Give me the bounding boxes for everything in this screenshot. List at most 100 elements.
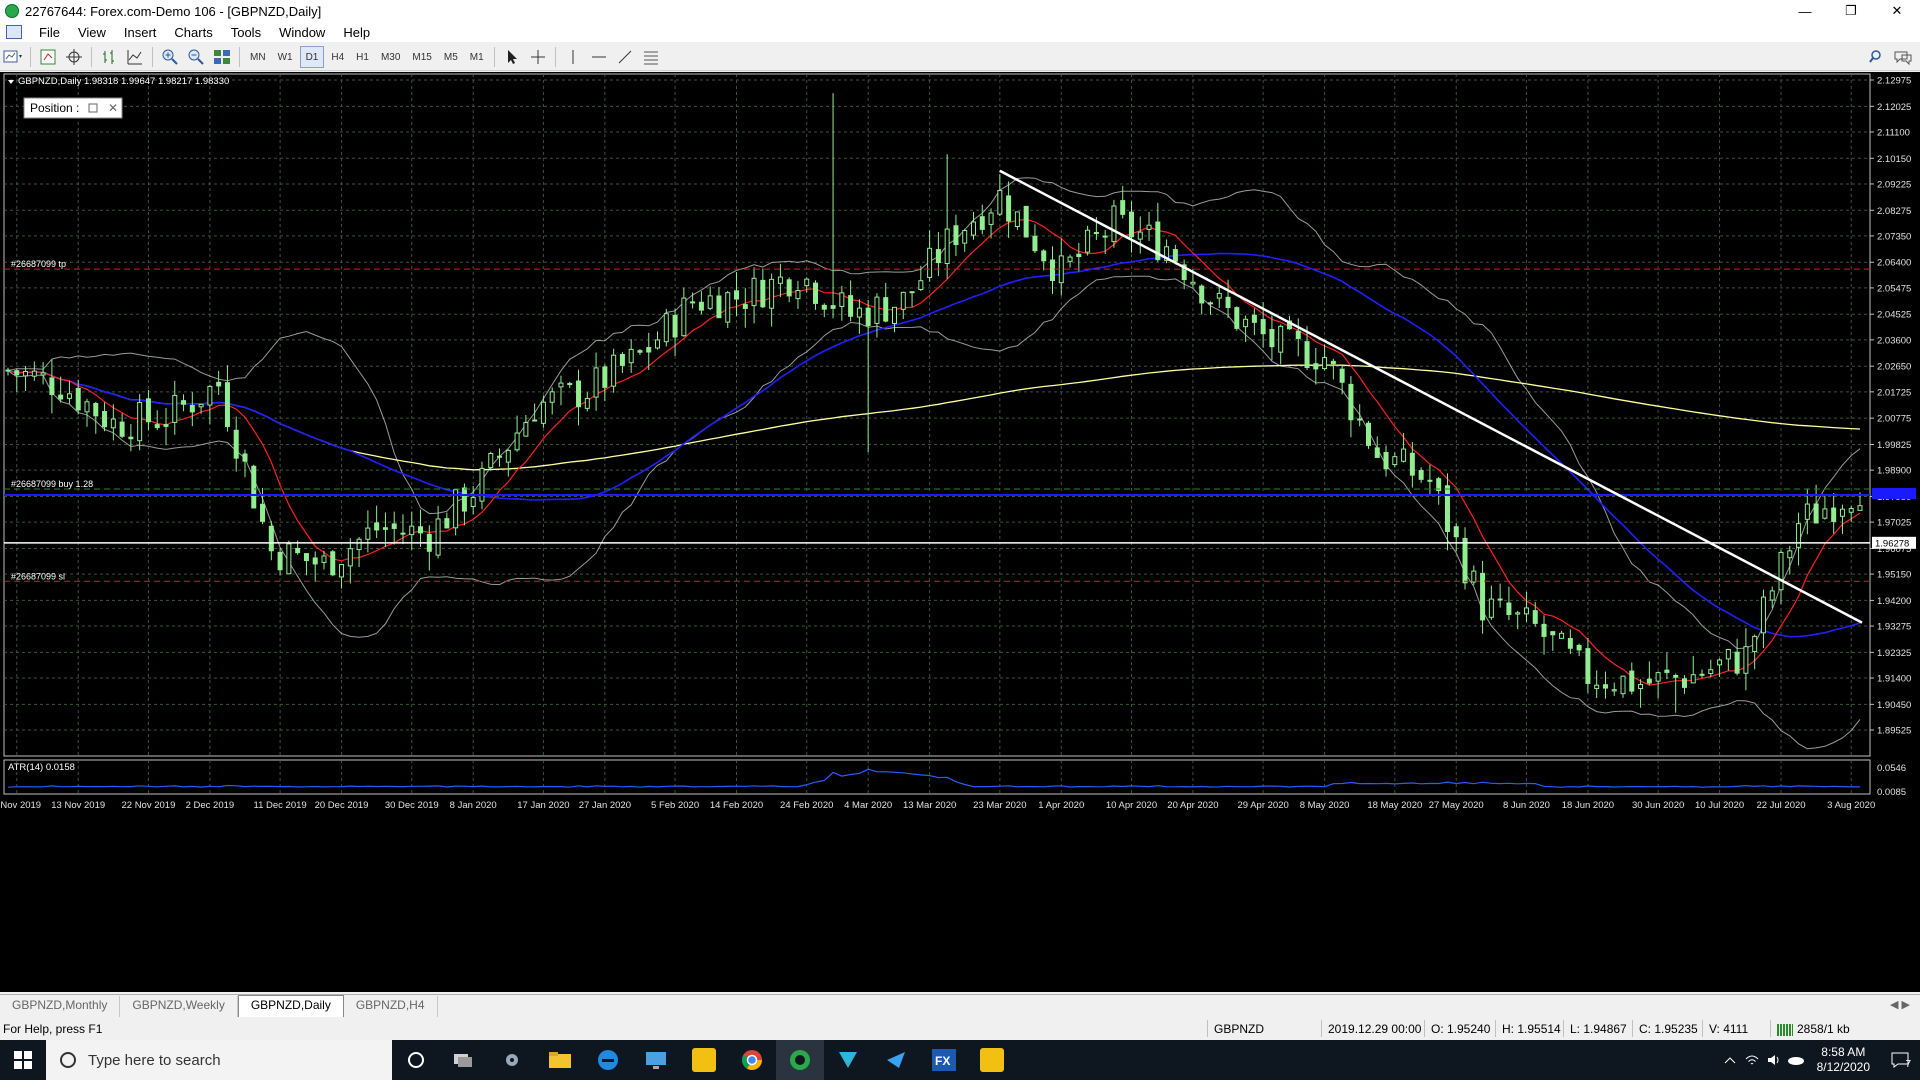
candle-body bbox=[488, 452, 494, 469]
cursor-icon[interactable] bbox=[501, 46, 523, 68]
chart-window-icon[interactable] bbox=[6, 25, 22, 39]
file-explorer-icon[interactable] bbox=[536, 1040, 584, 1080]
tab-gbpnzd-h4[interactable]: GBPNZD,H4 bbox=[344, 996, 438, 1017]
menu-view[interactable]: View bbox=[69, 25, 115, 40]
menu-file[interactable]: File bbox=[30, 25, 69, 40]
candle-body bbox=[1796, 523, 1802, 548]
candle-body bbox=[1401, 448, 1407, 462]
menu-insert[interactable]: Insert bbox=[115, 25, 166, 40]
timeframe-mn[interactable]: MN bbox=[245, 47, 271, 67]
timeframe-m5[interactable]: M5 bbox=[439, 47, 463, 67]
search-icon bbox=[60, 1052, 76, 1068]
close-button[interactable]: ✕ bbox=[1874, 0, 1920, 22]
candle-body bbox=[944, 228, 950, 265]
menu-window[interactable]: Window bbox=[270, 25, 334, 40]
remote-desktop-icon[interactable] bbox=[632, 1040, 680, 1080]
menu-help[interactable]: Help bbox=[334, 25, 379, 40]
candle-body bbox=[1067, 256, 1073, 262]
sticky-app-icon[interactable] bbox=[680, 1040, 728, 1080]
crosshair-target-icon[interactable] bbox=[63, 46, 85, 68]
position-panel[interactable]: Position : ✕ bbox=[23, 97, 123, 119]
tab-gbpnzd-daily[interactable]: GBPNZD,Daily bbox=[237, 995, 344, 1017]
tile-windows-icon[interactable] bbox=[211, 46, 233, 68]
tab-scroll-arrows[interactable]: ◀ ▶ bbox=[1890, 998, 1910, 1011]
candle-body bbox=[268, 525, 274, 552]
candle-body bbox=[1743, 646, 1749, 674]
timeframe-w1[interactable]: W1 bbox=[273, 47, 298, 67]
candle-body bbox=[1585, 648, 1591, 684]
candle-body bbox=[611, 354, 617, 387]
task-view-icon[interactable] bbox=[440, 1040, 488, 1080]
candle-body bbox=[637, 350, 643, 353]
fibonacci-icon[interactable] bbox=[640, 46, 662, 68]
window-controls: — ❐ ✕ bbox=[1782, 0, 1920, 22]
candle-body bbox=[137, 402, 143, 442]
timeframe-h1[interactable]: H1 bbox=[351, 47, 374, 67]
status-symbol: GBPNZD bbox=[1214, 1022, 1265, 1036]
candle-body bbox=[1313, 363, 1319, 370]
timeframe-m30[interactable]: M30 bbox=[376, 47, 405, 67]
candle-body bbox=[1655, 672, 1661, 682]
minimize-button[interactable]: — bbox=[1782, 0, 1828, 22]
fx-app-icon[interactable]: FX bbox=[920, 1040, 968, 1080]
search-icon[interactable] bbox=[1866, 46, 1888, 68]
trendline bbox=[999, 169, 1863, 624]
cortana-icon[interactable] bbox=[392, 1040, 440, 1080]
crosshair-icon[interactable] bbox=[527, 46, 549, 68]
candle-body bbox=[75, 387, 81, 411]
zoom-out-icon[interactable] bbox=[185, 46, 207, 68]
tray-chevron-icon[interactable] bbox=[1719, 1040, 1741, 1080]
tab-gbpnzd-monthly[interactable]: GBPNZD,Monthly bbox=[0, 996, 121, 1017]
edge-browser-icon[interactable] bbox=[584, 1040, 632, 1080]
metatrader-taskbar-icon[interactable] bbox=[776, 1040, 824, 1080]
trendline-icon[interactable] bbox=[614, 46, 636, 68]
candle-body bbox=[1295, 330, 1301, 339]
candle-body bbox=[751, 277, 757, 307]
arrow-app-icon[interactable] bbox=[872, 1040, 920, 1080]
price-chart[interactable]: 2.12975 2.12025 2.11100 2.10150 2.09225 2.082… bbox=[0, 72, 1920, 992]
menu-tools[interactable]: Tools bbox=[222, 25, 270, 40]
vertical-line-icon[interactable] bbox=[562, 46, 584, 68]
candle-body bbox=[163, 424, 169, 427]
timeframe-h4[interactable]: H4 bbox=[326, 47, 349, 67]
timeframe-m1[interactable]: M1 bbox=[465, 47, 489, 67]
candle-body bbox=[23, 371, 29, 377]
chat-icon[interactable] bbox=[1892, 46, 1914, 68]
candle-body bbox=[1365, 422, 1371, 446]
onedrive-icon[interactable] bbox=[1785, 1040, 1807, 1080]
timeframe-m15[interactable]: M15 bbox=[407, 47, 436, 67]
clock[interactable]: 8:58 AM 8/12/2020 bbox=[1817, 1045, 1870, 1075]
maximize-button[interactable]: ❐ bbox=[1828, 0, 1874, 22]
settings-app-icon[interactable] bbox=[488, 1040, 536, 1080]
start-button[interactable] bbox=[0, 1040, 46, 1080]
timeframe-d1[interactable]: D1 bbox=[299, 46, 325, 68]
horizontal-line-icon[interactable] bbox=[588, 46, 610, 68]
volume-icon[interactable] bbox=[1763, 1040, 1785, 1080]
chrome-icon[interactable] bbox=[728, 1040, 776, 1080]
candle-body bbox=[1006, 195, 1012, 222]
taskbar-search[interactable]: Type here to search bbox=[46, 1040, 392, 1080]
sticky-app-icon-2[interactable] bbox=[968, 1040, 1016, 1080]
tab-gbpnzd-weekly[interactable]: GBPNZD,Weekly bbox=[120, 996, 238, 1017]
wifi-icon[interactable] bbox=[1741, 1040, 1763, 1080]
candle-body bbox=[707, 295, 713, 309]
y-tick-label: 1.92325 bbox=[1877, 648, 1911, 659]
chart-window[interactable]: 2.12975 2.12025 2.11100 2.10150 2.09225 2.082… bbox=[0, 72, 1920, 992]
candle-body bbox=[1172, 249, 1178, 262]
collapse-triangle-icon bbox=[8, 80, 14, 84]
toolbar-separator bbox=[493, 47, 495, 67]
action-center-icon[interactable]: 7 bbox=[1880, 1040, 1920, 1080]
bar-chart-icon[interactable] bbox=[98, 46, 120, 68]
candle-body bbox=[1427, 479, 1433, 482]
candle-body bbox=[1831, 507, 1837, 522]
menu-charts[interactable]: Charts bbox=[165, 25, 221, 40]
candle-body bbox=[181, 400, 187, 405]
zoom-in-icon[interactable] bbox=[159, 46, 181, 68]
line-chart-icon[interactable] bbox=[124, 46, 146, 68]
new-chart-icon[interactable] bbox=[2, 46, 24, 68]
trading-app-icon[interactable] bbox=[824, 1040, 872, 1080]
candle-body bbox=[365, 527, 371, 540]
status-high: H: 1.95514 bbox=[1502, 1022, 1561, 1036]
navigator-icon[interactable] bbox=[37, 46, 59, 68]
candle-body bbox=[1409, 452, 1415, 476]
